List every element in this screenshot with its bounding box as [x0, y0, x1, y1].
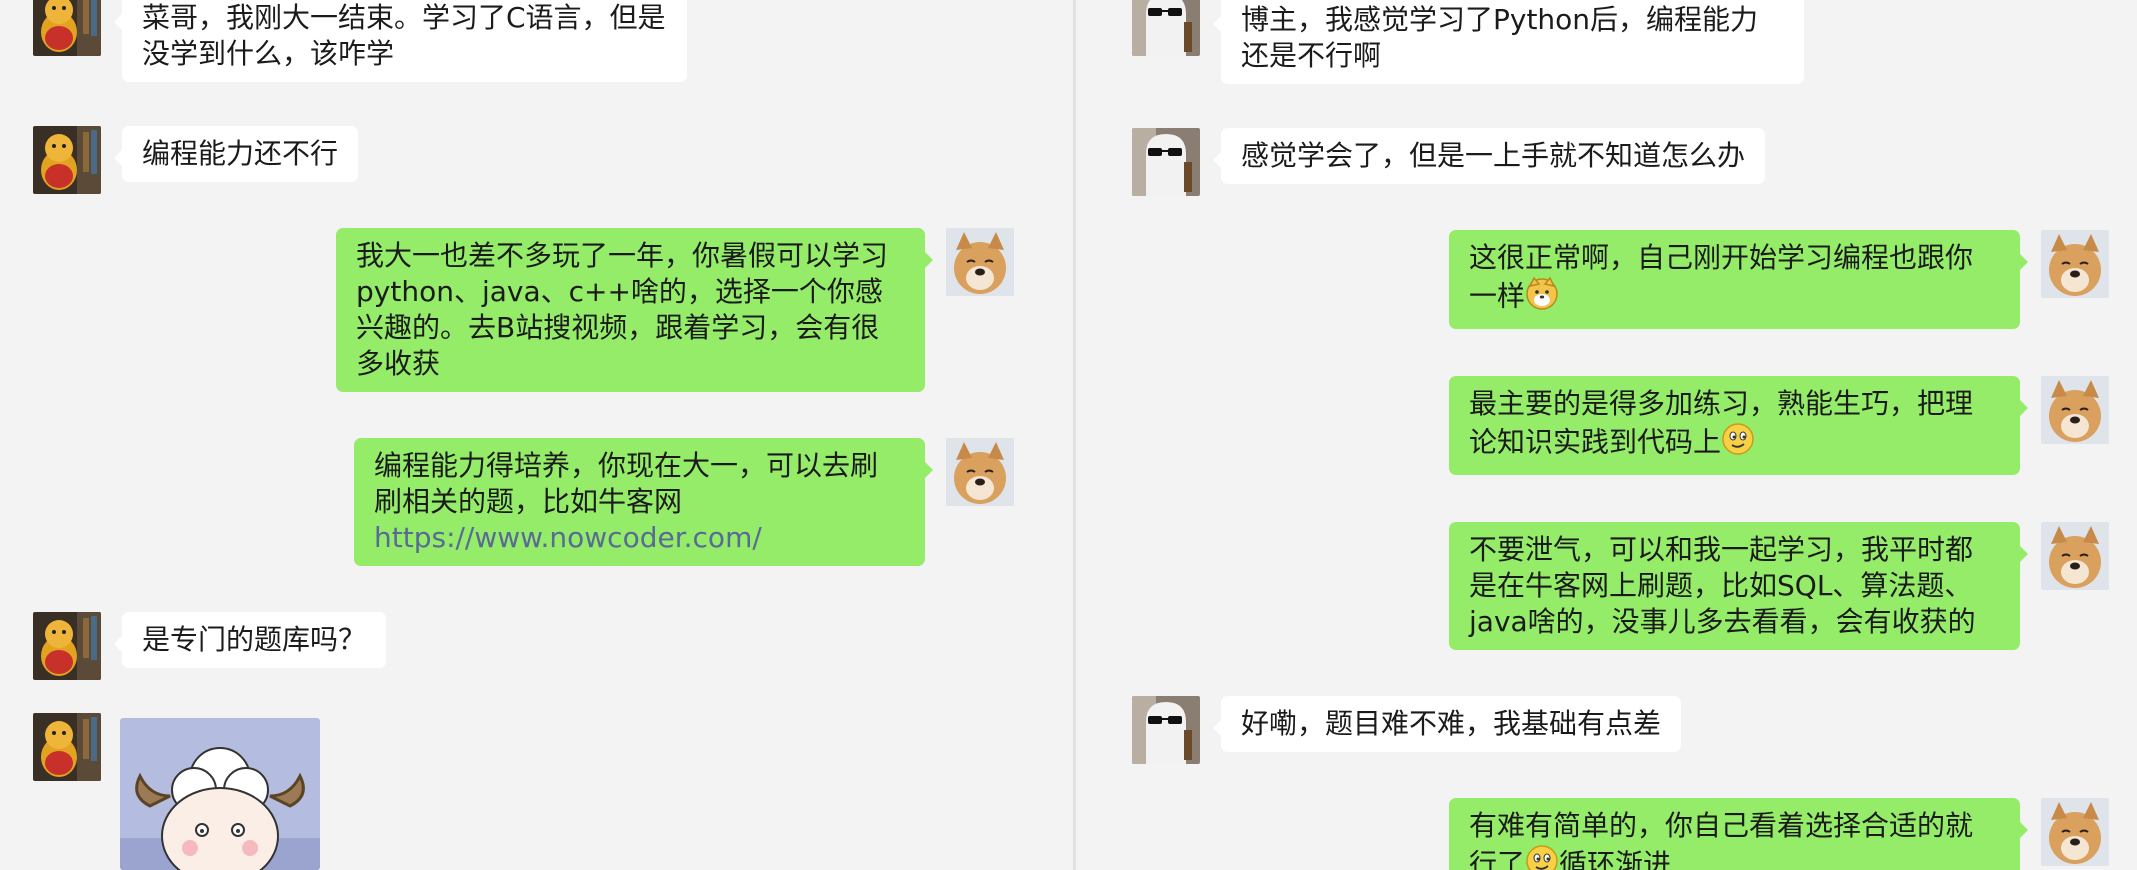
message-bubble-outgoing[interactable]: 编程能力得培养，你现在大一，可以去刷刷相关的题，比如牛客网https://www…: [354, 438, 933, 566]
my-avatar[interactable]: [946, 438, 1014, 506]
message-text-suffix: 循环渐进: [1559, 847, 1672, 870]
message-text: 博主，我感觉学习了Python后，编程能力还是不行啊: [1241, 3, 1759, 72]
right-chat-pane: 博主，我感觉学习了Python后，编程能力还是不行啊 感觉学会了，但是一上手就不…: [1076, 0, 2137, 870]
message-bubble-outgoing[interactable]: 有难有简单的，你自己看着选择合适的就行了 循环渐进: [1449, 798, 2028, 870]
sheep-sticker-image[interactable]: [120, 718, 320, 870]
message-text: 不要泄气，可以和我一起学习，我平时都是在牛客网上刷题，比如SQL、算法题、jav…: [1469, 533, 1976, 638]
smirk-icon: [1525, 844, 1559, 870]
smirk-icon: [1721, 422, 1755, 465]
message-text: 编程能力得培养，你现在大一，可以去刷刷相关的题，比如牛客网: [374, 449, 879, 518]
my-avatar[interactable]: [946, 228, 1014, 296]
contact-avatar[interactable]: [1132, 696, 1200, 764]
message-bubble-incoming[interactable]: 是专门的题库吗？: [114, 612, 387, 668]
my-avatar[interactable]: [2041, 376, 2109, 444]
contact-avatar[interactable]: [1132, 128, 1200, 196]
message-bubble-incoming[interactable]: 感觉学会了，但是一上手就不知道怎么办: [1213, 128, 1766, 184]
message-bubble-incoming[interactable]: 好嘞，题目难不难，我基础有点差: [1213, 696, 1682, 752]
message-text: 我大一也差不多玩了一年，你暑假可以学习python、java、c++啥的，选择一…: [356, 239, 889, 380]
contact-avatar[interactable]: [33, 612, 101, 680]
my-avatar[interactable]: [2041, 522, 2109, 590]
message-bubble-outgoing[interactable]: 最主要的是得多加练习，熟能生巧，把理论知识实践到代码上: [1449, 376, 2028, 475]
message-bubble-outgoing[interactable]: 我大一也差不多玩了一年，你暑假可以学习python、java、c++啥的，选择一…: [336, 228, 933, 392]
message-bubble-outgoing[interactable]: 不要泄气，可以和我一起学习，我平时都是在牛客网上刷题，比如SQL、算法题、jav…: [1449, 522, 2028, 650]
contact-avatar[interactable]: [1132, 0, 1200, 56]
message-text: 感觉学会了，但是一上手就不知道怎么办: [1241, 139, 1746, 172]
my-avatar[interactable]: [2041, 230, 2109, 298]
contact-avatar[interactable]: [33, 126, 101, 194]
message-text: 是专门的题库吗？: [142, 623, 367, 656]
dog-face-icon: [1525, 276, 1559, 319]
message-text: 菜哥，我刚大一结束。学习了C语言，但是没学到什么，该咋学: [142, 1, 666, 70]
left-chat-pane: 菜哥，我刚大一结束。学习了C语言，但是没学到什么，该咋学 编程能力还不行 我大一…: [0, 0, 1073, 870]
message-bubble-outgoing[interactable]: 这很正常啊，自己刚开始学习编程也跟你一样: [1449, 230, 2028, 329]
message-link[interactable]: https://www.nowcoder.com/: [374, 521, 762, 554]
message-bubble-incoming[interactable]: 编程能力还不行: [114, 126, 359, 182]
contact-avatar[interactable]: [33, 713, 101, 781]
message-bubble-incoming[interactable]: 菜哥，我刚大一结束。学习了C语言，但是没学到什么，该咋学: [114, 0, 687, 82]
message-text: 编程能力还不行: [142, 137, 339, 170]
contact-avatar[interactable]: [33, 0, 101, 56]
message-bubble-incoming[interactable]: 博主，我感觉学习了Python后，编程能力还是不行啊: [1213, 0, 1804, 84]
message-text: 好嘞，题目难不难，我基础有点差: [1241, 707, 1662, 740]
my-avatar[interactable]: [2041, 798, 2109, 866]
